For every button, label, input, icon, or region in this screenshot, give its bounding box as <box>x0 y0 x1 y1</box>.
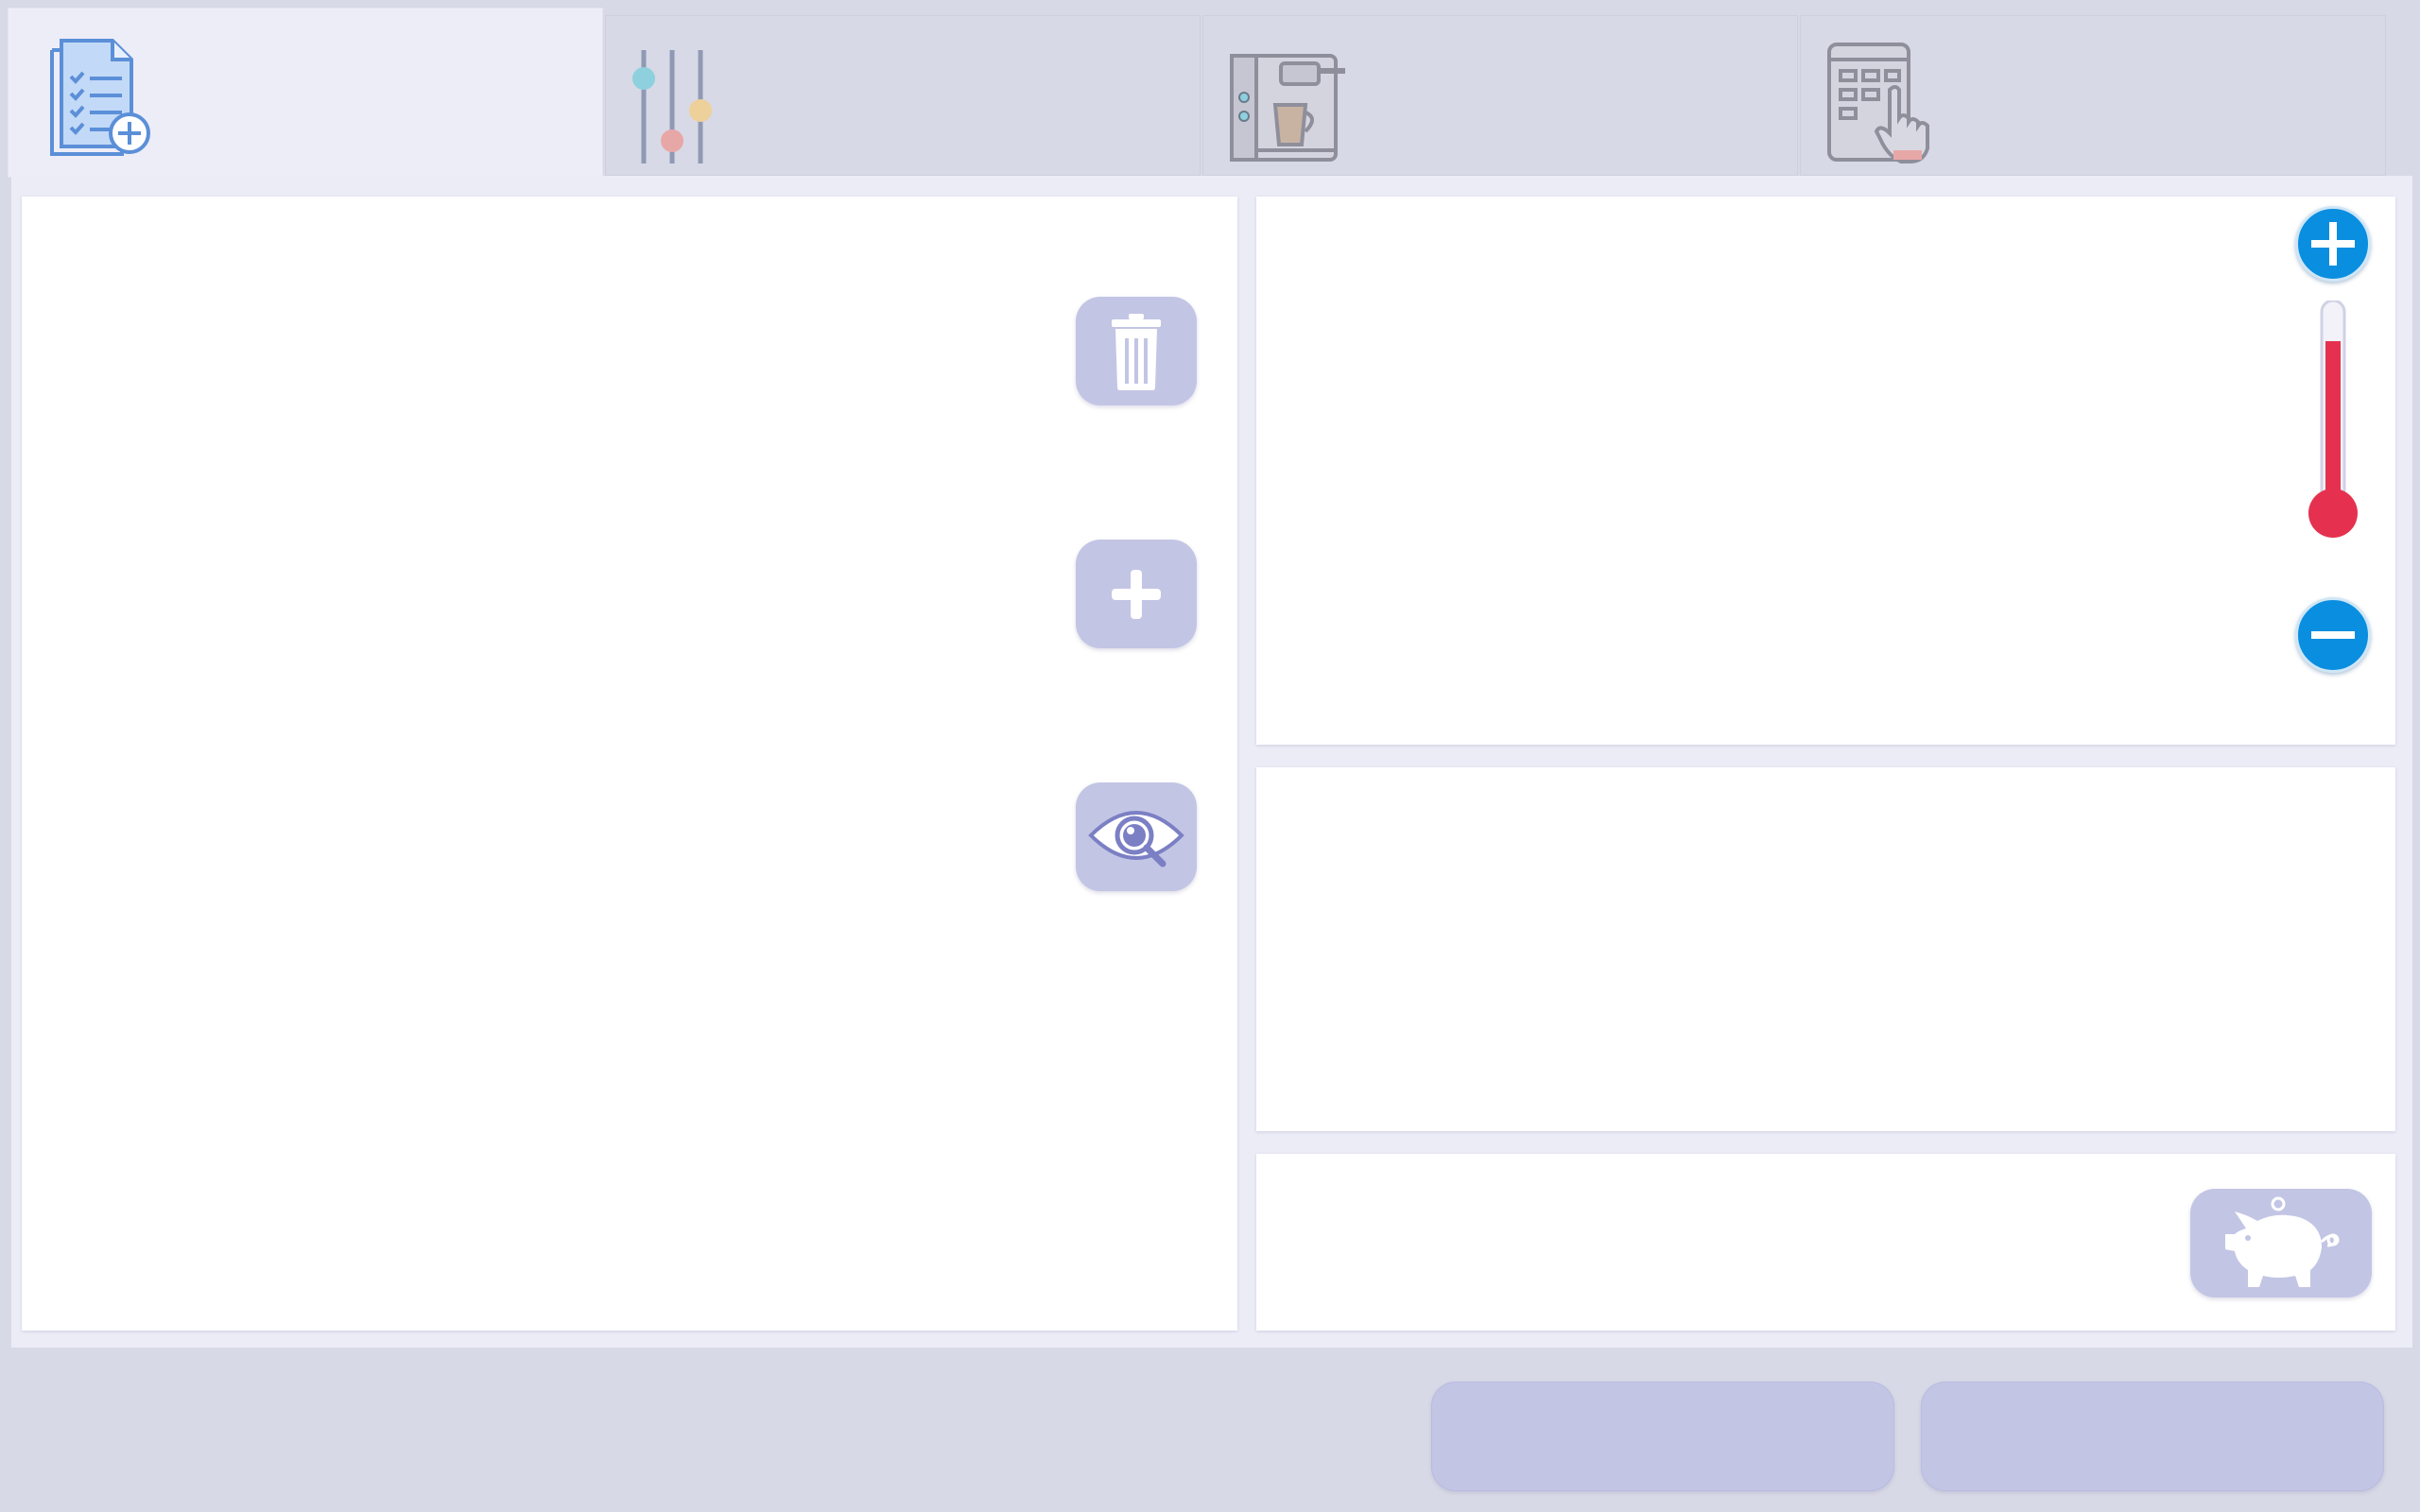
temperature-decrease-button[interactable] <box>2295 597 2371 673</box>
thermometer-fill <box>2325 341 2341 510</box>
footer-button-1[interactable] <box>1431 1382 1894 1491</box>
piggy-bank-icon <box>2225 1196 2340 1287</box>
footer-button-2[interactable] <box>1921 1382 2384 1491</box>
minus-circle-icon <box>2311 631 2355 639</box>
tab-touch-menu[interactable] <box>1800 15 2386 176</box>
sliders-icon <box>632 50 712 163</box>
trash-icon <box>1112 313 1161 390</box>
coffee-machine-icon <box>1230 54 1345 162</box>
view-button[interactable] <box>1076 782 1197 891</box>
savings-button[interactable] <box>2190 1189 2372 1297</box>
delete-button[interactable] <box>1076 297 1197 405</box>
add-button[interactable] <box>1076 540 1197 648</box>
tab-checklist[interactable] <box>8 8 603 178</box>
tab-settings[interactable] <box>605 15 1201 176</box>
info-panel <box>1256 767 2395 1131</box>
touch-menu-icon <box>1827 43 1929 163</box>
checklist-add-icon <box>50 39 150 156</box>
eye-search-icon <box>1088 810 1184 867</box>
plus-icon <box>1112 569 1161 619</box>
plus-circle-icon <box>2311 222 2355 266</box>
left-panel <box>22 197 1237 1331</box>
tab-coffee[interactable] <box>1202 15 1798 176</box>
temperature-panel <box>1256 197 2395 745</box>
thermometer <box>2308 301 2358 538</box>
temperature-increase-button[interactable] <box>2295 206 2371 282</box>
